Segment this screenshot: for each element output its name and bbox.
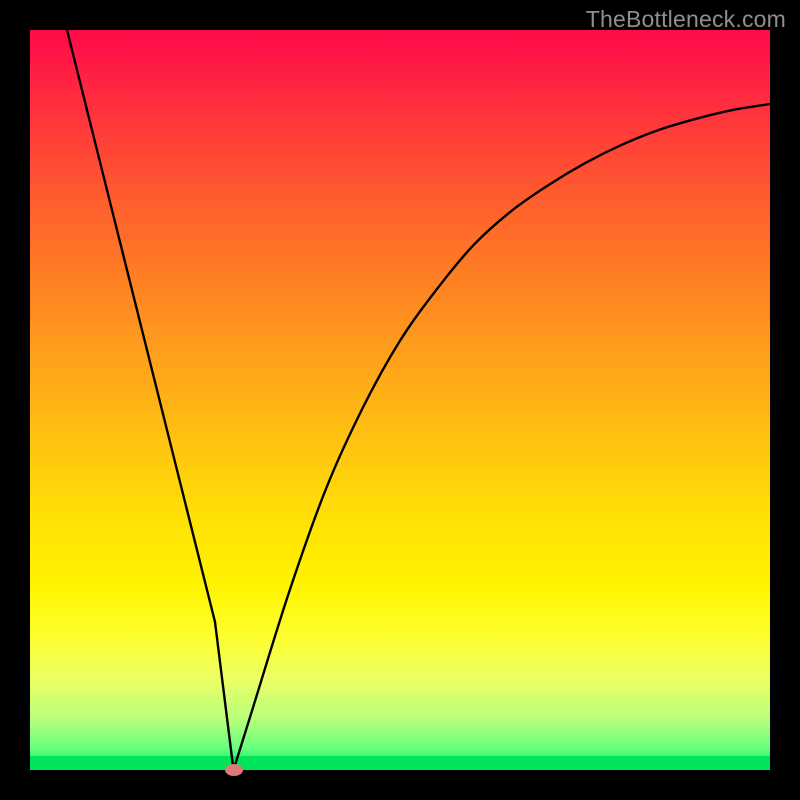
chart-frame: TheBottleneck.com (0, 0, 800, 800)
bottleneck-curve (67, 30, 770, 770)
minimum-marker (225, 764, 243, 776)
plot-area (30, 30, 770, 770)
curve-svg (30, 30, 770, 770)
watermark-text: TheBottleneck.com (586, 6, 786, 33)
